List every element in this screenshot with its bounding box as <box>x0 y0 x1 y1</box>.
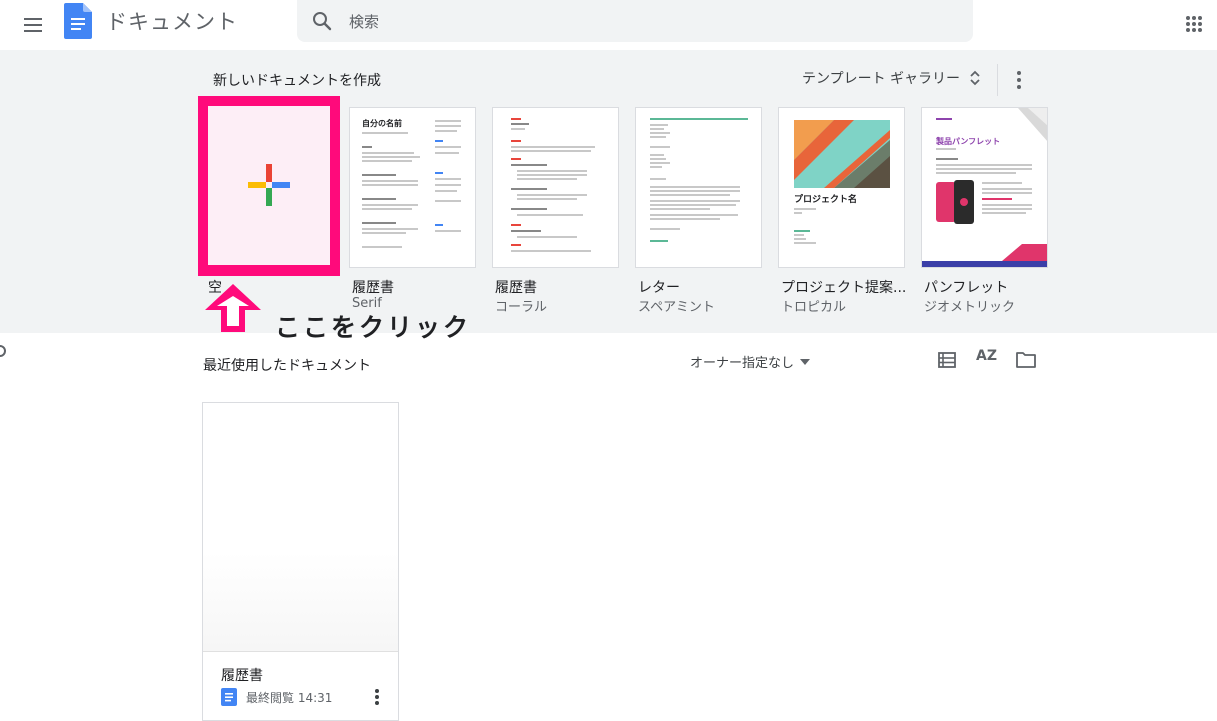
more-vert-icon[interactable] <box>1008 66 1030 94</box>
template-gallery-label: テンプレート ギャラリー <box>802 71 961 87</box>
tropical-graphic <box>794 120 890 188</box>
top-bar: ドキュメント <box>0 0 1217 50</box>
apps-grid-icon[interactable] <box>1180 10 1208 38</box>
template-gallery-button[interactable]: テンプレート ギャラリー <box>802 68 982 88</box>
phone-image <box>936 180 974 224</box>
more-vert-icon[interactable] <box>371 686 383 708</box>
app-title[interactable]: ドキュメント <box>106 6 238 36</box>
list-view-icon[interactable] <box>937 350 957 370</box>
docs-file-icon <box>221 688 237 706</box>
template-card-brochure-geometric[interactable]: 製品パンフレット <box>921 107 1048 268</box>
docs-logo-icon[interactable] <box>64 3 92 39</box>
annotation-arrow-up-icon <box>205 284 261 332</box>
divider <box>997 64 998 96</box>
recent-documents-title: 最近使用したドキュメント <box>203 358 371 374</box>
template-subtitle: トロピカル <box>781 300 847 315</box>
template-card-project-tropical[interactable]: プロジェクト名 <box>778 107 905 268</box>
search-bar[interactable] <box>297 0 973 42</box>
template-gallery-section: 新しいドキュメントを作成 テンプレート ギャラリー 空 自分の名前 履歴書 Se… <box>0 50 1217 342</box>
plus-icon <box>248 164 290 206</box>
dropdown-arrow-icon <box>800 358 811 365</box>
template-name[interactable]: パンフレット <box>924 277 1008 297</box>
blank-template-thumbnail <box>208 106 330 265</box>
search-icon[interactable] <box>311 10 333 32</box>
document-title[interactable]: 履歴書 <box>221 665 263 685</box>
thumb-heading: プロジェクト名 <box>794 195 858 205</box>
template-name[interactable]: レター <box>638 277 680 297</box>
thumb-heading: 自分の名前 <box>362 119 402 128</box>
template-name[interactable]: プロジェクト提案... <box>781 277 906 297</box>
geometric-corner <box>1018 108 1047 141</box>
template-card-letter-spearmint[interactable] <box>635 107 762 268</box>
section-title: 新しいドキュメントを作成 <box>213 73 381 89</box>
owner-filter-dropdown[interactable]: オーナー指定なし <box>690 352 811 371</box>
search-input[interactable] <box>347 6 951 38</box>
template-card-resume-coral[interactable] <box>492 107 619 268</box>
folder-icon[interactable] <box>1015 350 1037 370</box>
owner-filter-label: オーナー指定なし <box>690 356 795 371</box>
template-subtitle: コーラル <box>495 300 548 315</box>
brochure-footer-graphic <box>922 244 1047 267</box>
hamburger-icon <box>24 18 42 32</box>
annotation-label: ここをクリック <box>275 313 472 342</box>
template-name[interactable]: 履歴書 <box>352 277 394 297</box>
unfold-icon <box>970 70 980 86</box>
template-card-resume-serif[interactable]: 自分の名前 <box>349 107 476 268</box>
thumb-heading: 製品パンフレット <box>936 137 1001 146</box>
sort-az-button[interactable]: AZ <box>976 348 997 364</box>
sort-az-icon: AZ <box>976 348 997 364</box>
template-subtitle: ジオメトリック <box>924 300 1016 315</box>
template-subtitle: スペアミント <box>638 300 715 315</box>
partial-circle-icon <box>0 345 6 357</box>
recent-document-card[interactable]: 履歴書 最終閲覧 14:31 <box>202 402 399 721</box>
document-last-opened: 最終閲覧 14:31 <box>246 691 333 705</box>
blank-template-card[interactable] <box>198 96 340 276</box>
template-name[interactable]: 履歴書 <box>495 277 537 297</box>
document-thumbnail[interactable] <box>203 403 398 652</box>
main-menu-button[interactable] <box>16 8 50 42</box>
